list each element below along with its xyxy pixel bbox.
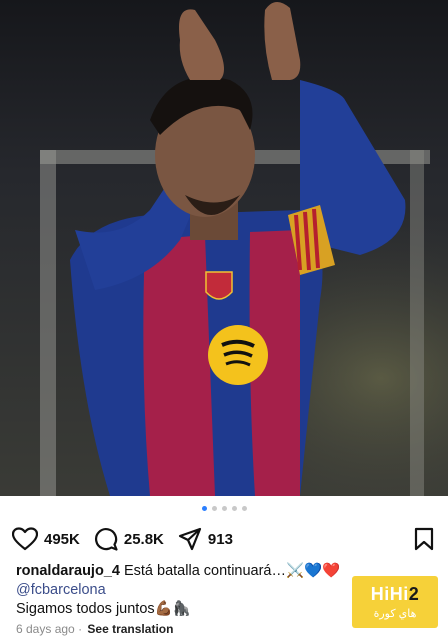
caption-username[interactable]: ronaldaraujo_4 [16,563,120,579]
carousel-indicator [0,506,448,511]
post-photo[interactable] [0,0,448,496]
carousel-dot [221,506,227,511]
bookmark-icon [414,527,434,551]
see-translation-link[interactable]: See translation [87,622,173,636]
share-count: 913 [207,530,233,548]
comment-count: 25.8K [123,530,164,548]
like-action[interactable]: 495K [12,527,80,551]
comment-icon [94,528,118,551]
carousel-dot [201,506,207,511]
carousel-dot [231,506,237,511]
watermark-sub: هاي كورة [373,608,417,620]
carousel-dot [211,506,217,511]
comment-action[interactable]: 25.8K [94,527,164,551]
watermark-logo: HiHi2 [371,584,420,605]
caption-emojis: ⚔️💙❤️ [286,563,341,579]
carousel-dot [241,506,247,511]
watermark-main: HiHi [370,584,409,604]
caption-line3-emojis: 💪🏾🦍 [154,601,191,617]
post-time: 6 days ago [16,622,75,636]
like-count: 495K [44,530,80,548]
post-meta: 6 days ago · See translation [16,622,173,636]
caption-line3: Sigamos todos juntos [16,601,155,617]
share-action[interactable]: 913 [178,527,233,551]
watermark-num: 2 [408,584,420,604]
action-bar: 495K 25.8K 913 [12,524,434,554]
meta-separator: · [78,622,83,636]
player-photo-illustration [0,0,448,496]
site-watermark: HiHi2 هاي كورة [352,576,438,628]
save-button[interactable] [414,527,434,551]
heart-icon [12,527,38,551]
caption-text: Está batalla continuará… [123,563,286,579]
send-icon [178,527,201,551]
